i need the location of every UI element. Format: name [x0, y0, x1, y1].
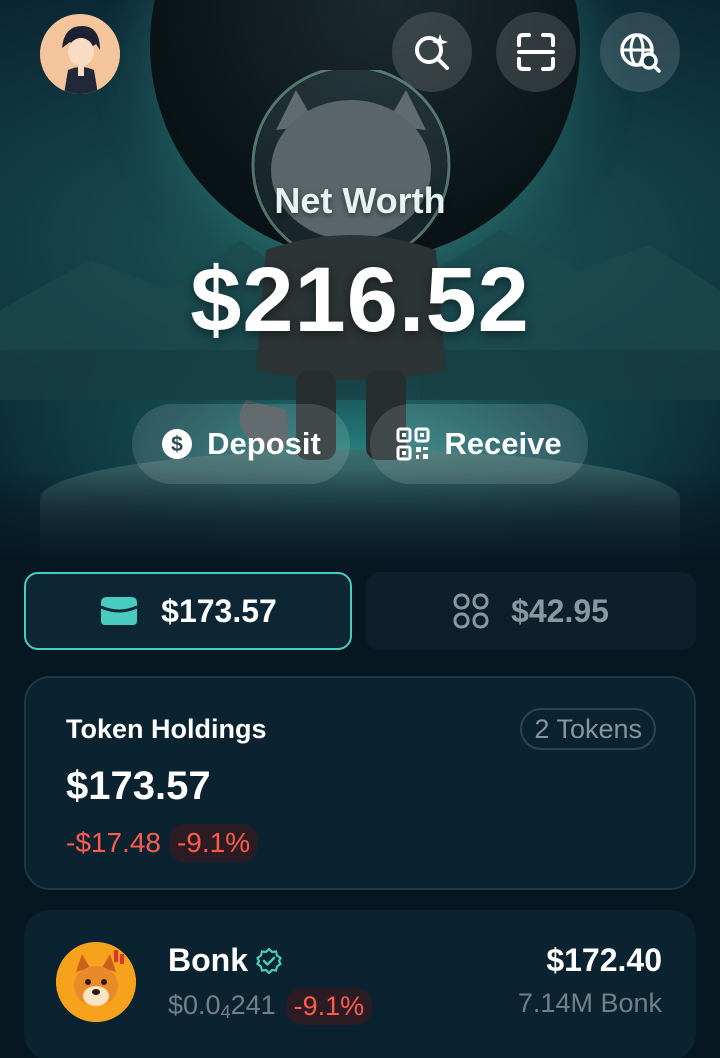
- tab-collectibles[interactable]: $42.95: [366, 572, 696, 650]
- tab-tokens[interactable]: $173.57: [24, 572, 352, 650]
- token-holdings-card: Token Holdings 2 Tokens $173.57 -$17.48-…: [24, 676, 696, 890]
- search-sparkle-icon: [415, 34, 449, 70]
- wallet-icon: [100, 597, 138, 625]
- globe-search-icon: [620, 33, 661, 73]
- receive-label: Receive: [444, 426, 562, 461]
- receive-button[interactable]: Receive: [370, 404, 588, 484]
- tab-tokens-label: $173.57: [161, 592, 277, 629]
- token-name: Bonk: [168, 942, 248, 978]
- token-change-badge: -9.1%: [285, 988, 373, 1025]
- token-value: $172.40: [546, 942, 662, 978]
- token-price: $0.04241: [168, 990, 276, 1022]
- token-holdings-title: Token Holdings: [66, 714, 267, 744]
- net-worth-value: $216.52: [190, 249, 530, 351]
- deposit-label: Deposit: [207, 426, 321, 461]
- token-price-row: $0.04241 -9.1%: [168, 988, 373, 1025]
- bonk-dog-icon: [56, 942, 136, 1022]
- user-avatar-icon: [40, 14, 120, 94]
- browser-button[interactable]: [600, 12, 680, 92]
- deposit-button[interactable]: $ Deposit: [132, 404, 350, 484]
- scan-icon: [517, 33, 555, 71]
- token-holdings-value: $173.57: [66, 764, 211, 808]
- token-name-row: Bonk: [168, 942, 282, 979]
- dollar-circle-icon: $: [162, 429, 193, 459]
- token-amount: 7.14M Bonk: [517, 988, 662, 1018]
- token-holdings-change: -$17.48 -9.1%: [66, 824, 259, 862]
- hero-fade: [0, 470, 720, 560]
- svg-text:$: $: [171, 433, 183, 456]
- bonk-logo: [56, 942, 136, 1022]
- verified-badge-icon: [256, 947, 282, 974]
- tab-collectibles-label: $42.95: [511, 592, 609, 629]
- profile-avatar[interactable]: [40, 14, 120, 94]
- change-percent-badge: -9.1%: [168, 824, 259, 862]
- scan-button[interactable]: [496, 12, 576, 92]
- search-button[interactable]: [392, 12, 472, 92]
- qr-code-icon: [396, 427, 430, 461]
- change-amount: -$17.48: [66, 827, 161, 858]
- token-row-bonk[interactable]: Bonk $0.04241 -9.1% $172.40 7.14M Bonk: [24, 910, 696, 1058]
- grid-icon: [453, 593, 489, 629]
- tokens-count-badge: 2 Tokens: [520, 708, 656, 750]
- net-worth-label: Net Worth: [274, 180, 446, 221]
